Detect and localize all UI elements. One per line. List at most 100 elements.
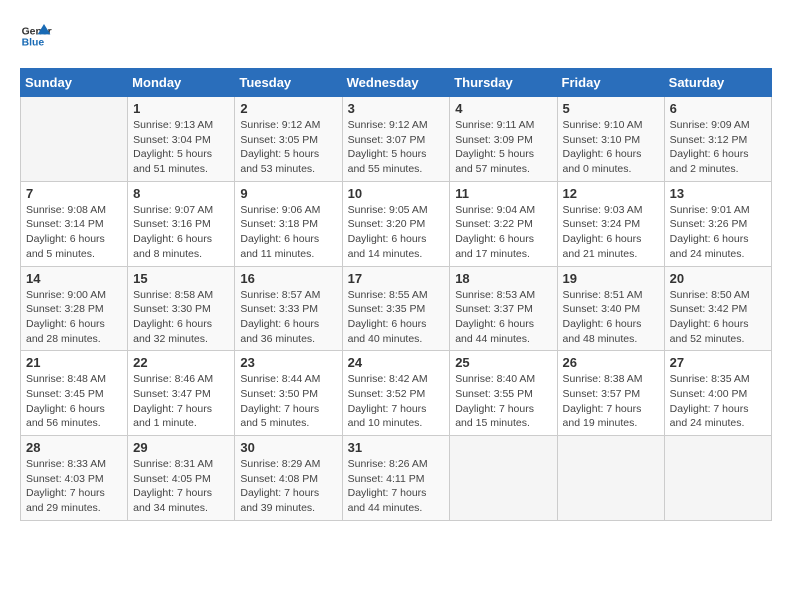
day-number: 20 bbox=[670, 271, 766, 286]
day-info: Sunrise: 9:04 AMSunset: 3:22 PMDaylight:… bbox=[455, 203, 551, 262]
day-number: 19 bbox=[563, 271, 659, 286]
day-info: Sunrise: 9:08 AMSunset: 3:14 PMDaylight:… bbox=[26, 203, 122, 262]
day-cell: 24Sunrise: 8:42 AMSunset: 3:52 PMDayligh… bbox=[342, 351, 450, 436]
header-monday: Monday bbox=[128, 69, 235, 97]
day-info: Sunrise: 8:26 AMSunset: 4:11 PMDaylight:… bbox=[348, 457, 445, 516]
day-number: 16 bbox=[240, 271, 336, 286]
day-number: 1 bbox=[133, 101, 229, 116]
day-number: 2 bbox=[240, 101, 336, 116]
day-info: Sunrise: 8:31 AMSunset: 4:05 PMDaylight:… bbox=[133, 457, 229, 516]
day-info: Sunrise: 9:00 AMSunset: 3:28 PMDaylight:… bbox=[26, 288, 122, 347]
calendar-header-row: SundayMondayTuesdayWednesdayThursdayFrid… bbox=[21, 69, 772, 97]
day-cell bbox=[21, 97, 128, 182]
day-cell: 11 Sunrise: 9:04 AMSunset: 3:22 PMDayligh… bbox=[450, 181, 557, 266]
day-cell: 7 Sunrise: 9:08 AMSunset: 3:14 PMDaylight… bbox=[21, 181, 128, 266]
week-row-3: 14 Sunrise: 9:00 AMSunset: 3:28 PMDayligh… bbox=[21, 266, 772, 351]
day-number: 14 bbox=[26, 271, 122, 286]
day-info: Sunrise: 8:35 AMSunset: 4:00 PMDaylight:… bbox=[670, 372, 766, 431]
day-number: 12 bbox=[563, 186, 659, 201]
day-number: 15 bbox=[133, 271, 229, 286]
week-row-5: 28 Sunrise: 8:33 AMSunset: 4:03 PMDayligh… bbox=[21, 436, 772, 521]
day-number: 28 bbox=[26, 440, 122, 455]
day-info: Sunrise: 9:07 AMSunset: 3:16 PMDaylight:… bbox=[133, 203, 229, 262]
day-info: Sunrise: 8:48 AMSunset: 3:45 PMDaylight:… bbox=[26, 372, 122, 431]
day-info: Sunrise: 8:46 AMSunset: 3:47 PMDaylight:… bbox=[133, 372, 229, 431]
header-wednesday: Wednesday bbox=[342, 69, 450, 97]
day-info: Sunrise: 9:09 AMSunset: 3:12 PMDaylight:… bbox=[670, 118, 766, 177]
day-info: Sunrise: 9:12 AMSunset: 3:07 PMDaylight:… bbox=[348, 118, 445, 177]
day-info: Sunrise: 8:40 AMSunset: 3:55 PMDaylight:… bbox=[455, 372, 551, 431]
day-number: 26 bbox=[563, 355, 659, 370]
day-cell: 8 Sunrise: 9:07 AMSunset: 3:16 PMDaylight… bbox=[128, 181, 235, 266]
day-cell: 28 Sunrise: 8:33 AMSunset: 4:03 PMDayligh… bbox=[21, 436, 128, 521]
day-cell: 6 Sunrise: 9:09 AMSunset: 3:12 PMDaylight… bbox=[664, 97, 771, 182]
week-row-4: 21 Sunrise: 8:48 AMSunset: 3:45 PMDayligh… bbox=[21, 351, 772, 436]
day-cell: 30Sunrise: 8:29 AMSunset: 4:08 PMDayligh… bbox=[235, 436, 342, 521]
day-number: 29 bbox=[133, 440, 229, 455]
day-number: 25 bbox=[455, 355, 551, 370]
day-cell: 12 Sunrise: 9:03 AMSunset: 3:24 PMDayligh… bbox=[557, 181, 664, 266]
day-number: 23 bbox=[240, 355, 336, 370]
page-header: General Blue bbox=[20, 20, 772, 52]
day-info: Sunrise: 8:44 AMSunset: 3:50 PMDaylight:… bbox=[240, 372, 336, 431]
day-info: Sunrise: 8:51 AMSunset: 3:40 PMDaylight:… bbox=[563, 288, 659, 347]
day-info: Sunrise: 9:13 AMSunset: 3:04 PMDaylight:… bbox=[133, 118, 229, 177]
day-info: Sunrise: 8:50 AMSunset: 3:42 PMDaylight:… bbox=[670, 288, 766, 347]
day-cell bbox=[664, 436, 771, 521]
day-cell: 17 Sunrise: 8:55 AMSunset: 3:35 PMDayligh… bbox=[342, 266, 450, 351]
day-info: Sunrise: 8:55 AMSunset: 3:35 PMDaylight:… bbox=[348, 288, 445, 347]
day-cell bbox=[450, 436, 557, 521]
day-number: 17 bbox=[348, 271, 445, 286]
day-number: 24 bbox=[348, 355, 445, 370]
calendar-table: SundayMondayTuesdayWednesdayThursdayFrid… bbox=[20, 68, 772, 521]
day-info: Sunrise: 8:58 AMSunset: 3:30 PMDaylight:… bbox=[133, 288, 229, 347]
day-info: Sunrise: 8:57 AMSunset: 3:33 PMDaylight:… bbox=[240, 288, 336, 347]
day-number: 7 bbox=[26, 186, 122, 201]
day-cell: 21 Sunrise: 8:48 AMSunset: 3:45 PMDayligh… bbox=[21, 351, 128, 436]
day-number: 8 bbox=[133, 186, 229, 201]
day-info: Sunrise: 8:38 AMSunset: 3:57 PMDaylight:… bbox=[563, 372, 659, 431]
header-thursday: Thursday bbox=[450, 69, 557, 97]
day-info: Sunrise: 9:03 AMSunset: 3:24 PMDaylight:… bbox=[563, 203, 659, 262]
day-number: 21 bbox=[26, 355, 122, 370]
day-number: 11 bbox=[455, 186, 551, 201]
day-cell bbox=[557, 436, 664, 521]
day-cell: 19 Sunrise: 8:51 AMSunset: 3:40 PMDayligh… bbox=[557, 266, 664, 351]
day-cell: 5Sunrise: 9:10 AMSunset: 3:10 PMDaylight… bbox=[557, 97, 664, 182]
day-cell: 16 Sunrise: 8:57 AMSunset: 3:33 PMDayligh… bbox=[235, 266, 342, 351]
day-cell: 10 Sunrise: 9:05 AMSunset: 3:20 PMDayligh… bbox=[342, 181, 450, 266]
svg-text:Blue: Blue bbox=[22, 38, 45, 49]
day-cell: 2 Sunrise: 9:12 AMSunset: 3:05 PMDaylight… bbox=[235, 97, 342, 182]
day-info: Sunrise: 9:12 AMSunset: 3:05 PMDaylight:… bbox=[240, 118, 336, 177]
day-number: 30 bbox=[240, 440, 336, 455]
day-number: 13 bbox=[670, 186, 766, 201]
day-cell: 4Sunrise: 9:11 AMSunset: 3:09 PMDaylight… bbox=[450, 97, 557, 182]
day-cell: 15 Sunrise: 8:58 AMSunset: 3:30 PMDayligh… bbox=[128, 266, 235, 351]
calendar-body: 1 Sunrise: 9:13 AMSunset: 3:04 PMDaylight… bbox=[21, 97, 772, 521]
day-info: Sunrise: 9:01 AMSunset: 3:26 PMDaylight:… bbox=[670, 203, 766, 262]
day-cell: 26 Sunrise: 8:38 AMSunset: 3:57 PMDayligh… bbox=[557, 351, 664, 436]
day-number: 22 bbox=[133, 355, 229, 370]
day-number: 18 bbox=[455, 271, 551, 286]
day-cell: 27 Sunrise: 8:35 AMSunset: 4:00 PMDayligh… bbox=[664, 351, 771, 436]
week-row-1: 1 Sunrise: 9:13 AMSunset: 3:04 PMDaylight… bbox=[21, 97, 772, 182]
day-number: 6 bbox=[670, 101, 766, 116]
header-tuesday: Tuesday bbox=[235, 69, 342, 97]
day-number: 27 bbox=[670, 355, 766, 370]
day-number: 3 bbox=[348, 101, 445, 116]
day-info: Sunrise: 9:06 AMSunset: 3:18 PMDaylight:… bbox=[240, 203, 336, 262]
header-saturday: Saturday bbox=[664, 69, 771, 97]
header-sunday: Sunday bbox=[21, 69, 128, 97]
day-cell: 31 Sunrise: 8:26 AMSunset: 4:11 PMDayligh… bbox=[342, 436, 450, 521]
day-cell: 25 Sunrise: 8:40 AMSunset: 3:55 PMDayligh… bbox=[450, 351, 557, 436]
day-info: Sunrise: 9:11 AMSunset: 3:09 PMDaylight:… bbox=[455, 118, 551, 177]
day-number: 5 bbox=[563, 101, 659, 116]
day-number: 31 bbox=[348, 440, 445, 455]
day-cell: 1 Sunrise: 9:13 AMSunset: 3:04 PMDaylight… bbox=[128, 97, 235, 182]
day-info: Sunrise: 9:05 AMSunset: 3:20 PMDaylight:… bbox=[348, 203, 445, 262]
day-number: 9 bbox=[240, 186, 336, 201]
day-cell: 18Sunrise: 8:53 AMSunset: 3:37 PMDayligh… bbox=[450, 266, 557, 351]
day-cell: 23 Sunrise: 8:44 AMSunset: 3:50 PMDayligh… bbox=[235, 351, 342, 436]
day-number: 10 bbox=[348, 186, 445, 201]
day-info: Sunrise: 8:33 AMSunset: 4:03 PMDaylight:… bbox=[26, 457, 122, 516]
